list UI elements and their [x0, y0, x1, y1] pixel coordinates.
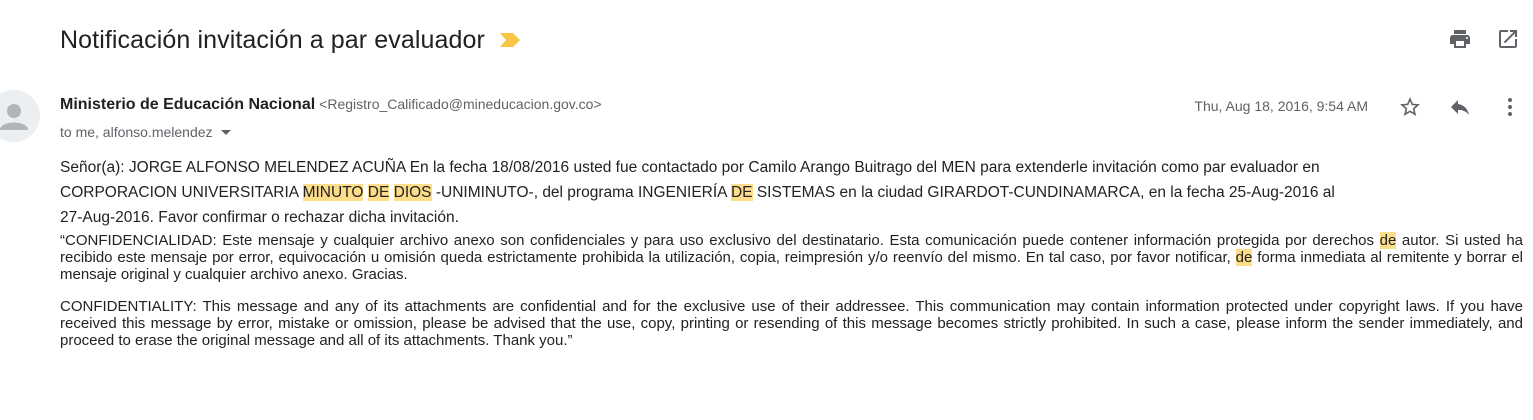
confidentiality-notice-en: CONFIDENTIALITY: This message and any of…	[60, 298, 1523, 349]
recipients-text: to me, alfonso.melendez	[60, 124, 213, 140]
confidentiality-notice-es: “CONFIDENCIALIDAD: Este mensaje y cualqu…	[60, 232, 1523, 283]
invitation-paragraph: Señor(a): JORGE ALFONSO MELENDEZ ACUÑA E…	[60, 155, 1523, 230]
message-date: Thu, Aug 18, 2016, 9:54 AM	[1194, 98, 1368, 114]
open-in-new-window-icon[interactable]	[1495, 26, 1521, 52]
highlight-minuto: MINUTO	[302, 184, 364, 201]
subject-row: Notificación invitación a par evaluador	[60, 22, 521, 58]
highlight-de: DE	[367, 184, 390, 201]
highlight-de: DE	[730, 184, 753, 201]
reply-icon[interactable]	[1447, 94, 1473, 120]
important-marker-icon[interactable]	[499, 32, 521, 48]
sender-line: Ministerio de Educación Nacional <Registr…	[60, 96, 602, 114]
intro-line-3: 27-Aug-2016. Favor confirmar o rechazar …	[60, 209, 459, 226]
person-avatar-icon[interactable]	[0, 90, 40, 142]
sender-email: <Registro_Calificado@mineducacion.gov.co…	[319, 96, 602, 112]
email-subject: Notificación invitación a par evaluador	[60, 25, 485, 54]
thread-actions	[1447, 26, 1521, 52]
highlight-dios: DIOS	[393, 184, 432, 201]
intro-line-2c: SISTEMAS en la ciudad GIRARDOT-CUNDINAMA…	[752, 184, 1335, 201]
star-icon[interactable]	[1397, 94, 1423, 120]
sender-name[interactable]: Ministerio de Educación Nacional	[60, 96, 315, 113]
intro-line-2b: -UNIMINUTO-, del programa INGENIERÍA	[431, 184, 731, 201]
more-vert-icon[interactable]	[1497, 94, 1523, 120]
message-actions	[1397, 94, 1523, 120]
highlight-de: de	[1379, 232, 1397, 249]
intro-line-1: Señor(a): JORGE ALFONSO MELENDEZ ACUÑA E…	[60, 159, 1320, 176]
confidentiality-es-part-1: “CONFIDENCIALIDAD: Este mensaje y cualqu…	[60, 232, 1380, 249]
recipients-line: to me, alfonso.melendez	[60, 124, 231, 140]
message-body: Señor(a): JORGE ALFONSO MELENDEZ ACUÑA E…	[60, 155, 1523, 349]
caret-down-icon[interactable]	[220, 129, 231, 135]
print-icon[interactable]	[1447, 26, 1473, 52]
intro-line-2a: CORPORACION UNIVERSITARIA	[60, 184, 303, 201]
highlight-de: de	[1235, 249, 1253, 266]
